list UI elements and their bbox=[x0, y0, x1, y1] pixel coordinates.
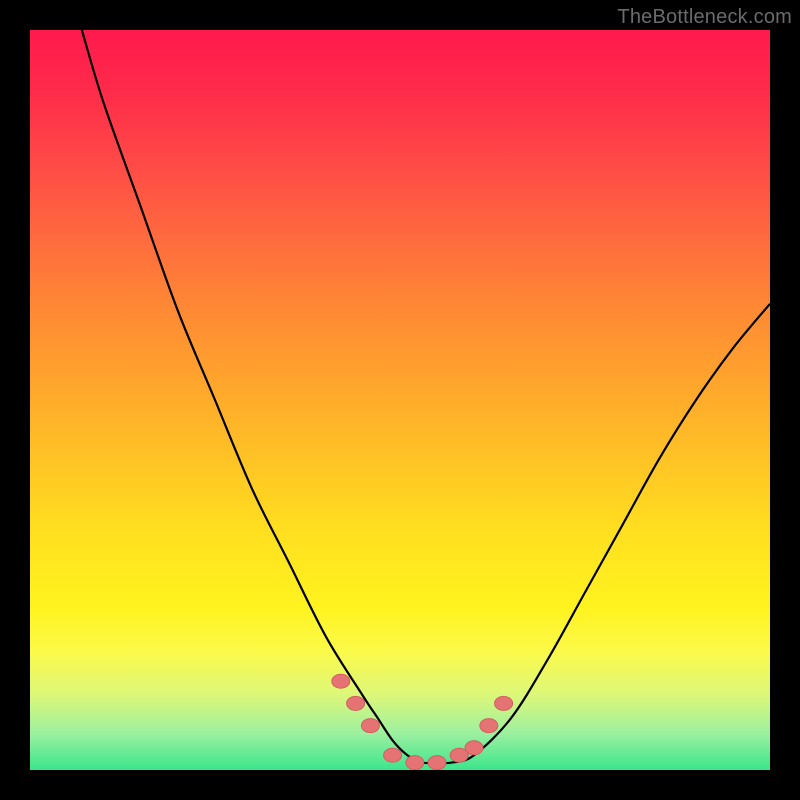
marker-point bbox=[332, 674, 350, 688]
curve-svg bbox=[30, 30, 770, 770]
marker-point bbox=[361, 719, 379, 733]
marker-point bbox=[495, 696, 513, 710]
plot-area bbox=[30, 30, 770, 770]
marker-point bbox=[480, 719, 498, 733]
chart-frame: TheBottleneck.com bbox=[0, 0, 800, 800]
bottleneck-curve bbox=[82, 30, 770, 763]
marker-point bbox=[428, 756, 446, 770]
marker-point bbox=[406, 756, 424, 770]
watermark-text: TheBottleneck.com bbox=[617, 6, 792, 29]
marker-point bbox=[465, 741, 483, 755]
marker-point bbox=[347, 696, 365, 710]
marker-point bbox=[384, 748, 402, 762]
